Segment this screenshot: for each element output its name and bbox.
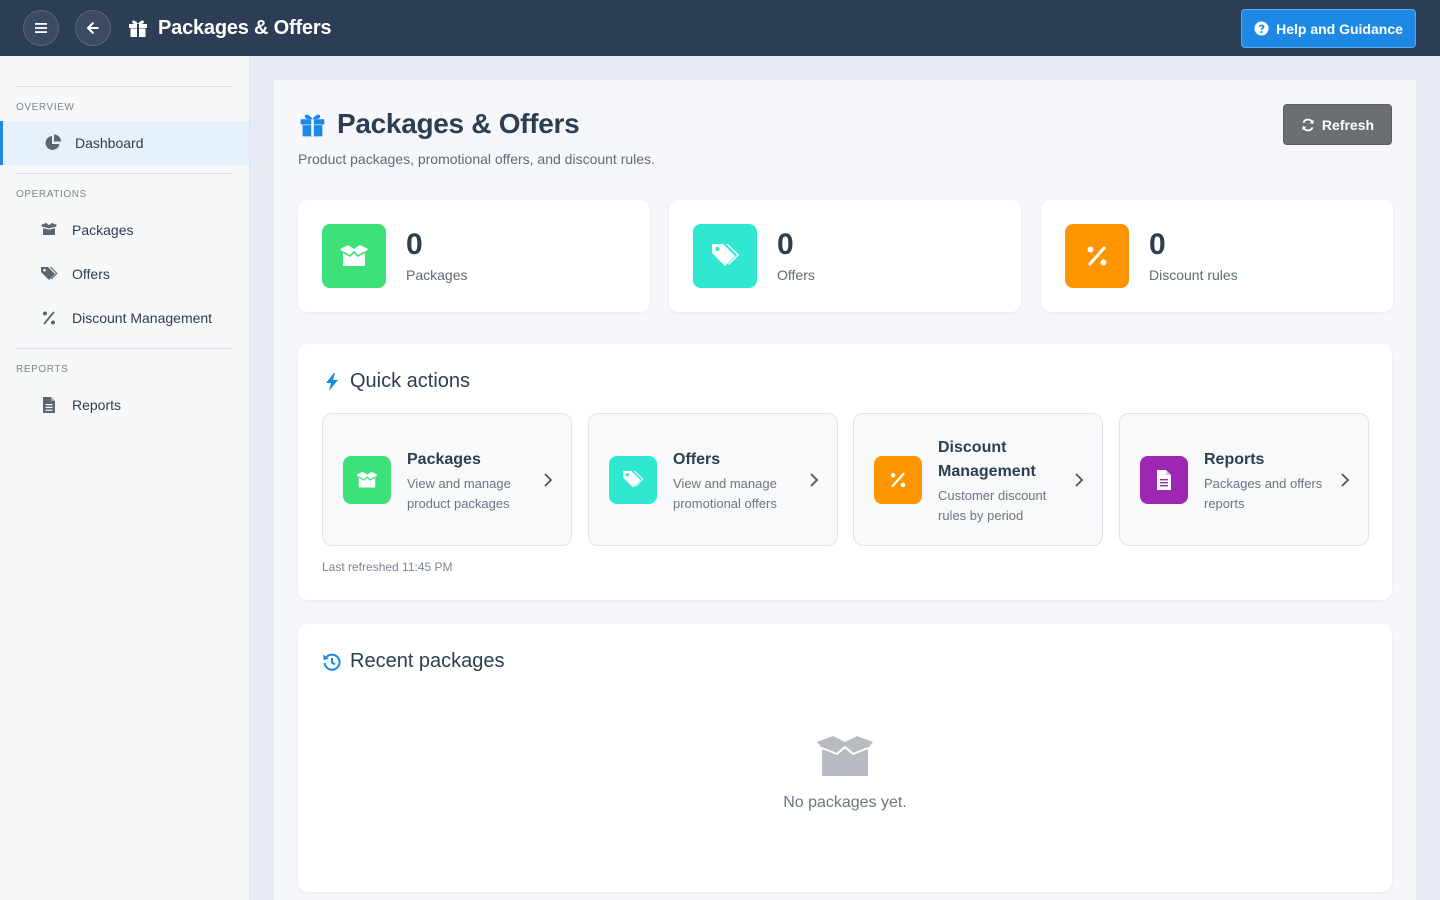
menu-button[interactable] <box>23 10 59 46</box>
stat-value: 0 <box>1149 228 1166 261</box>
stat-card-offers: 0 Offers <box>669 200 1021 312</box>
sidebar-divider <box>16 86 233 87</box>
page-header: Packages & Offers <box>298 108 580 140</box>
main-content: Packages & Offers Product packages, prom… <box>274 80 1416 900</box>
question-circle-icon <box>1254 21 1269 36</box>
sidebar-item-reports[interactable]: Reports <box>0 383 249 427</box>
stat-label: Packages <box>406 267 468 283</box>
stat-card-discount-rules: 0 Discount rules <box>1041 200 1393 312</box>
history-icon <box>323 653 341 671</box>
sidebar-section-overview: OVERVIEW <box>16 102 75 113</box>
tags-icon <box>712 244 739 266</box>
empty-state-text: No packages yet. <box>783 794 907 811</box>
chevron-right-icon <box>1075 473 1084 487</box>
quick-action-text: Discount Management Customer discount ru… <box>938 414 1072 547</box>
stat-icon-bg <box>1065 224 1129 288</box>
recent-packages-header: Recent packages <box>322 650 505 673</box>
help-button-label: Help and Guidance <box>1276 20 1403 37</box>
quick-action-packages[interactable]: Packages View and manage product package… <box>322 413 572 546</box>
pie-chart-icon <box>45 134 61 150</box>
sidebar-divider <box>16 173 233 174</box>
empty-state: No packages yet. <box>298 732 1392 812</box>
refresh-button-label: Refresh <box>1321 116 1375 133</box>
percent-icon <box>1087 246 1107 266</box>
quick-action-text: Reports Packages and offers reports <box>1204 414 1338 547</box>
quick-actions-panel: Quick actions Packages View and manage p… <box>298 344 1392 600</box>
page-subtitle: Product packages, promotional offers, an… <box>298 151 655 167</box>
refresh-icon <box>1302 118 1314 131</box>
percent-icon <box>43 311 55 325</box>
gift-icon <box>300 114 325 136</box>
quick-actions-header: Quick actions <box>322 370 470 393</box>
quick-action-title: Reports <box>1204 450 1265 468</box>
quick-action-desc: Packages and offers reports <box>1204 475 1323 511</box>
box-open-icon <box>817 736 873 776</box>
sidebar-item-label: Discount Management <box>72 310 213 326</box>
sidebar-item-label: Packages <box>72 222 134 238</box>
quick-action-icon-bg <box>343 456 391 504</box>
gift-icon <box>129 20 147 37</box>
box-open-icon <box>340 245 368 266</box>
sidebar-divider <box>16 348 233 349</box>
box-icon <box>41 223 57 235</box>
app-title: Packages & Offers <box>158 16 332 39</box>
stat-card-packages: 0 Packages <box>298 200 650 312</box>
quick-action-title: Discount Management <box>938 438 1036 480</box>
quick-action-icon-bg <box>874 456 922 504</box>
refresh-button[interactable]: Refresh <box>1283 104 1392 145</box>
quick-action-desc: View and manage promotional offers <box>673 475 777 511</box>
last-refreshed-text: Last refreshed 11:45 PM <box>322 560 453 574</box>
tags-icon <box>41 267 58 280</box>
stat-value: 0 <box>406 228 423 261</box>
hamburger-icon <box>35 23 47 33</box>
tags-icon <box>623 471 644 488</box>
file-icon <box>43 397 55 413</box>
quick-action-reports[interactable]: Reports Packages and offers reports <box>1119 413 1369 546</box>
sidebar-item-dashboard[interactable]: Dashboard <box>0 121 249 165</box>
bolt-icon <box>326 372 338 391</box>
sidebar-section-operations: OPERATIONS <box>16 189 87 200</box>
sidebar: OVERVIEW Dashboard OPERATIONS Packages O… <box>0 56 250 900</box>
recent-packages-panel: Recent packages No packages yet. <box>298 624 1392 892</box>
quick-action-text: Offers View and manage promotional offer… <box>673 414 807 547</box>
file-icon <box>1157 470 1171 490</box>
sidebar-item-label: Dashboard <box>75 135 144 151</box>
quick-action-offers[interactable]: Offers View and manage promotional offer… <box>588 413 838 546</box>
quick-action-discount-management[interactable]: Discount Management Customer discount ru… <box>853 413 1103 546</box>
quick-actions-title: Quick actions <box>350 370 471 392</box>
stat-value: 0 <box>777 228 794 261</box>
percent-icon <box>890 472 906 488</box>
quick-action-desc: Customer discount rules by period <box>938 487 1047 523</box>
sidebar-item-offers[interactable]: Offers <box>0 252 249 296</box>
chevron-right-icon <box>1341 473 1350 487</box>
app-title-group: Packages & Offers <box>127 0 332 56</box>
chevron-right-icon <box>544 473 553 487</box>
quick-action-desc: View and manage product packages <box>407 475 511 511</box>
sidebar-item-label: Reports <box>72 397 122 413</box>
quick-action-icon-bg <box>1140 456 1188 504</box>
quick-action-title: Packages <box>407 450 481 468</box>
sidebar-item-label: Offers <box>72 266 110 282</box>
sidebar-item-packages[interactable]: Packages <box>0 208 249 252</box>
stat-label: Offers <box>777 267 815 283</box>
sidebar-item-discount-management[interactable]: Discount Management <box>0 296 249 340</box>
recent-packages-title: Recent packages <box>350 650 505 672</box>
chevron-right-icon <box>810 473 819 487</box>
quick-action-title: Offers <box>673 450 721 468</box>
sidebar-section-reports: REPORTS <box>16 364 69 375</box>
quick-action-icon-bg <box>609 456 657 504</box>
stat-icon-bg <box>322 224 386 288</box>
stat-label: Discount rules <box>1149 267 1238 283</box>
top-bar: Packages & Offers Help and Guidance <box>0 0 1440 56</box>
arrow-left-icon <box>86 21 99 35</box>
box-open-icon <box>356 471 378 488</box>
page-title: Packages & Offers <box>337 108 580 139</box>
back-button[interactable] <box>75 10 111 46</box>
help-button[interactable]: Help and Guidance <box>1241 9 1416 48</box>
quick-action-text: Packages View and manage product package… <box>407 414 541 547</box>
stat-icon-bg <box>693 224 757 288</box>
